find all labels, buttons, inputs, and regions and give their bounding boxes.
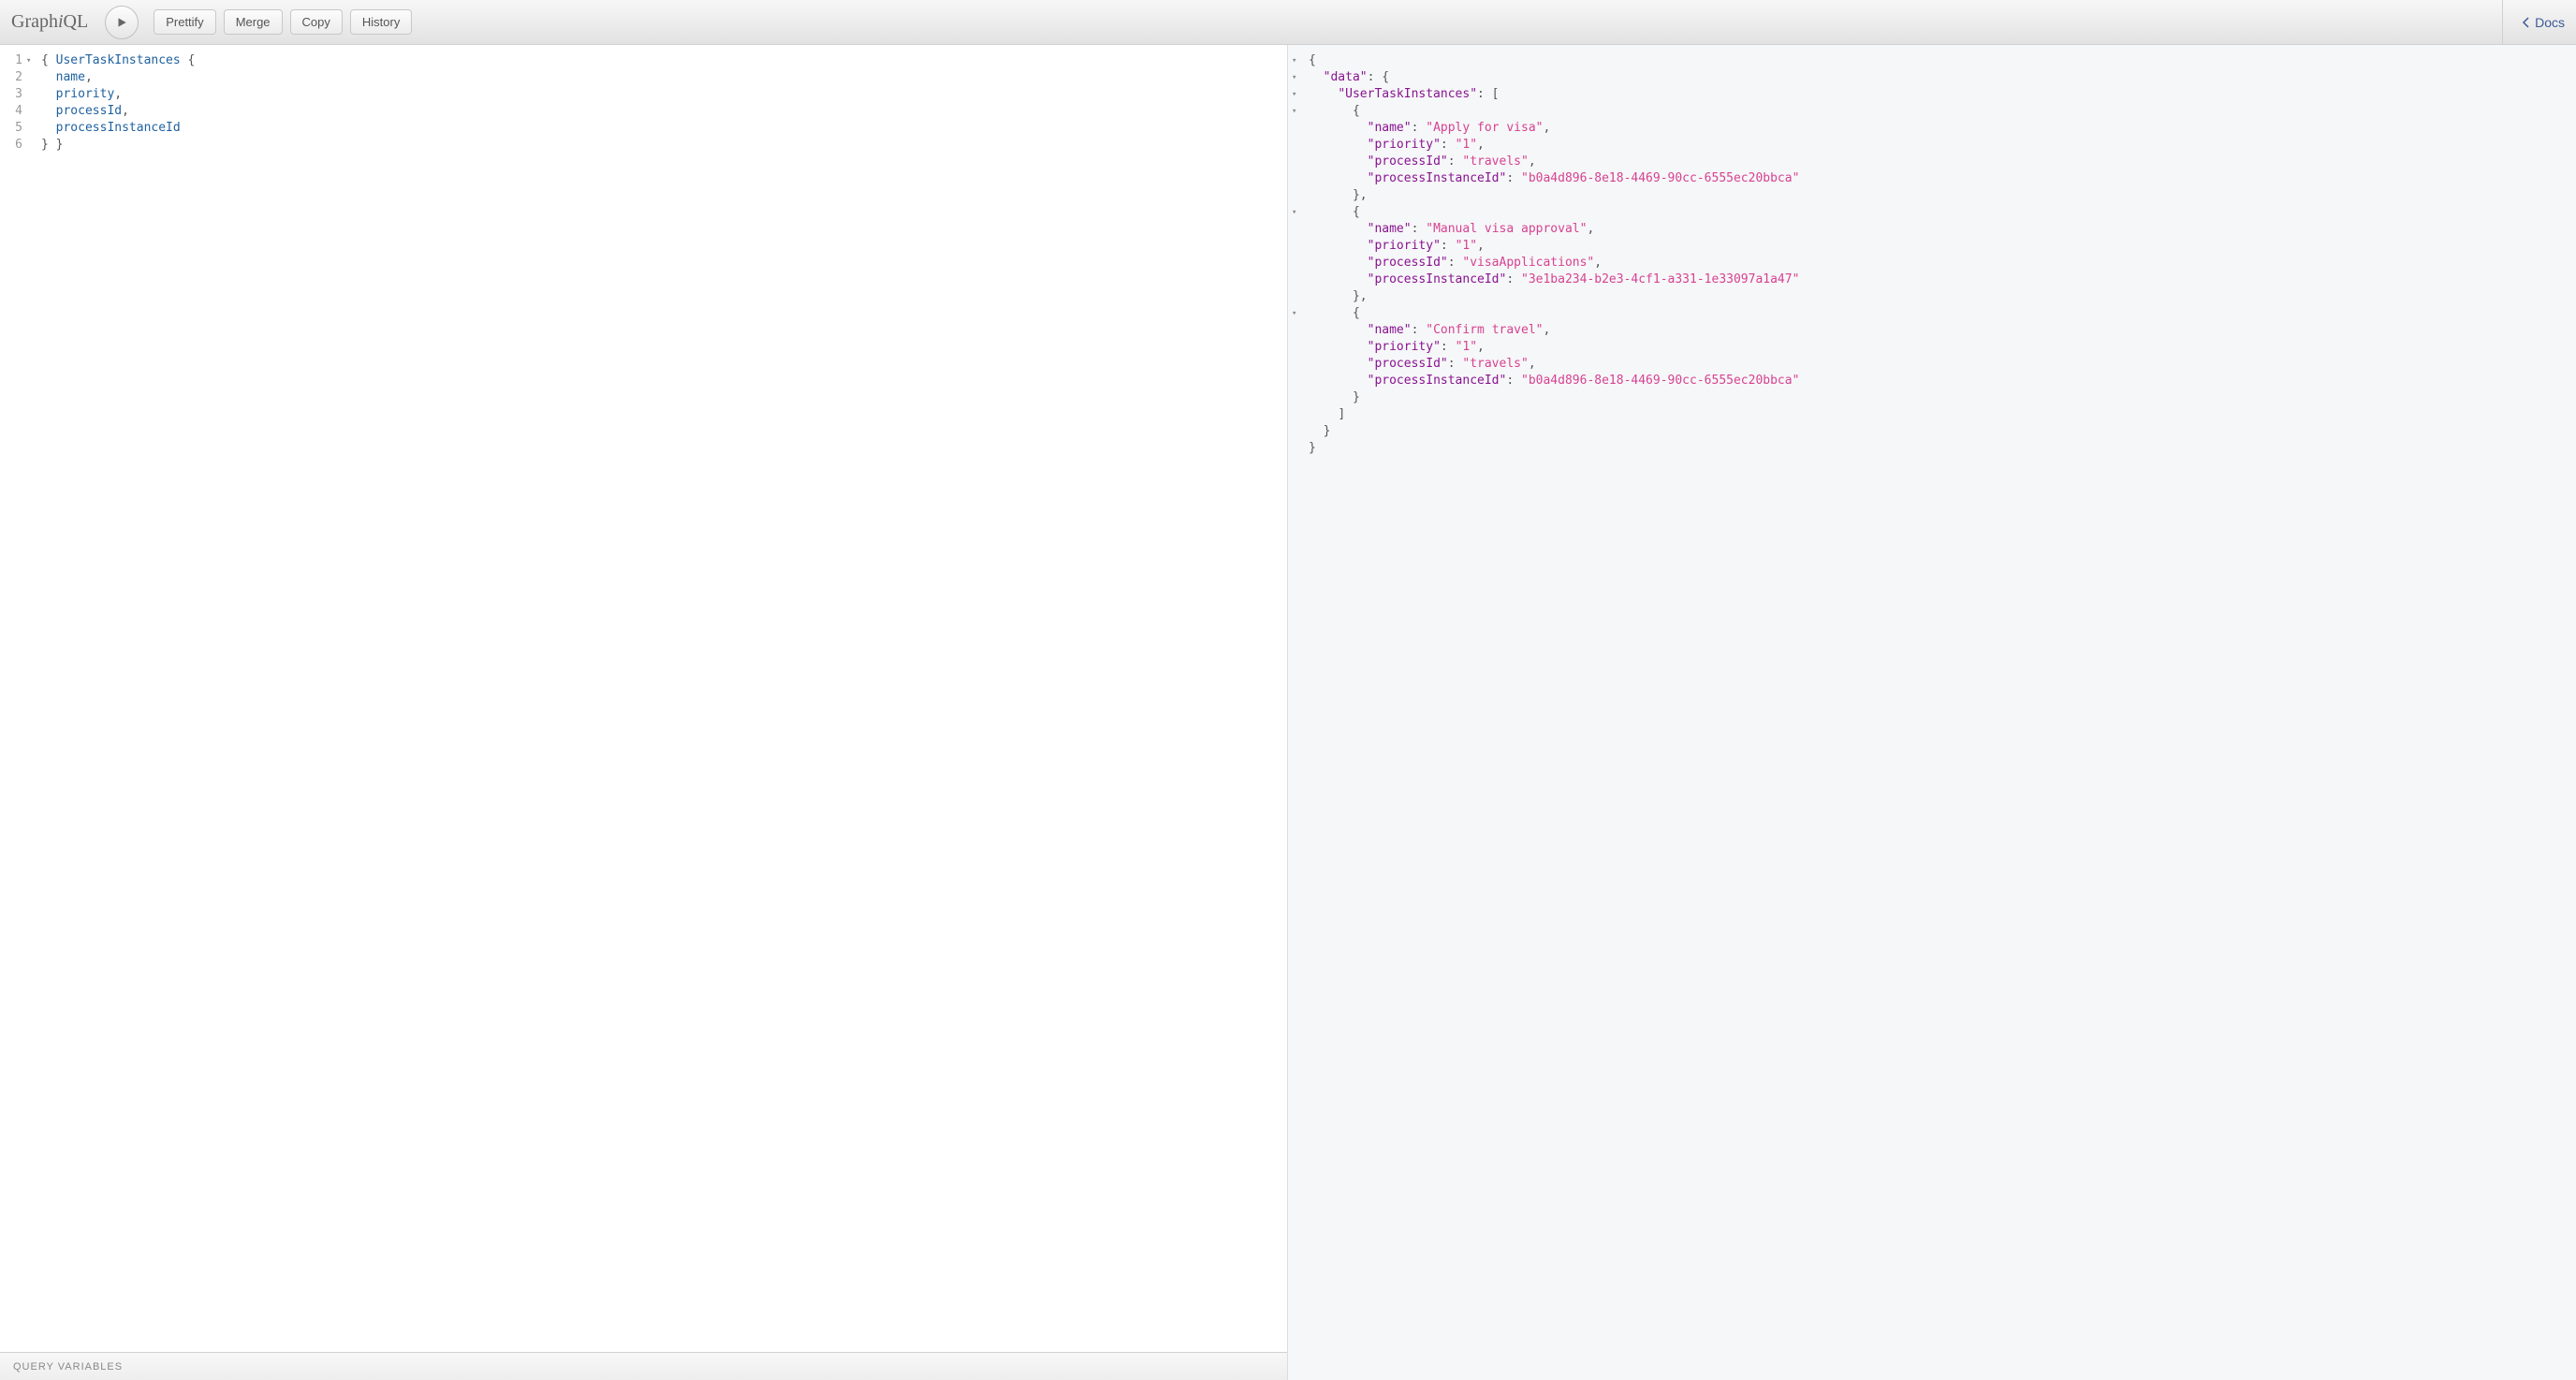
graphiql-logo: GraphiQL bbox=[11, 11, 88, 33]
variables-label: Query Variables bbox=[13, 1361, 123, 1373]
fold-toggle[interactable]: ▾ bbox=[1292, 86, 1299, 103]
fold-gutter: ▾ bbox=[26, 45, 37, 1352]
history-button[interactable]: History bbox=[350, 9, 412, 35]
fold-toggle[interactable]: ▾ bbox=[1292, 103, 1299, 120]
execute-button[interactable] bbox=[105, 6, 139, 39]
fold-toggle[interactable]: ▾ bbox=[1292, 52, 1299, 69]
fold-toggle[interactable]: ▾ bbox=[1292, 305, 1299, 322]
play-icon bbox=[115, 16, 128, 29]
fold-toggle[interactable]: ▾ bbox=[1292, 204, 1299, 221]
fold-toggle[interactable]: ▾ bbox=[1292, 69, 1299, 86]
merge-button[interactable]: Merge bbox=[224, 9, 283, 35]
query-editor[interactable]: 1 2 3 4 5 6 ▾ { UserTaskInstances { name… bbox=[0, 45, 1287, 1352]
editor-pane: 1 2 3 4 5 6 ▾ { UserTaskInstances { name… bbox=[0, 45, 1288, 1380]
result-fold-gutter: ▾ ▾ ▾ ▾ ▾ ▾ bbox=[1288, 45, 1301, 1380]
chevron-left-icon bbox=[2522, 17, 2531, 28]
result-json[interactable]: { "data": { "UserTaskInstances": [ { "na… bbox=[1301, 45, 2576, 1380]
copy-button[interactable]: Copy bbox=[290, 9, 343, 35]
line-gutter: 1 2 3 4 5 6 bbox=[0, 45, 26, 1352]
query-code[interactable]: { UserTaskInstances { name, priority, pr… bbox=[37, 45, 1287, 1352]
docs-label: Docs bbox=[2535, 15, 2565, 30]
main-area: 1 2 3 4 5 6 ▾ { UserTaskInstances { name… bbox=[0, 45, 2576, 1380]
divider bbox=[2502, 0, 2503, 44]
toolbar: GraphiQL Prettify Merge Copy History Doc… bbox=[0, 0, 2576, 45]
prettify-button[interactable]: Prettify bbox=[154, 9, 215, 35]
docs-button[interactable]: Docs bbox=[2522, 15, 2565, 30]
fold-toggle[interactable]: ▾ bbox=[26, 52, 34, 69]
result-pane: ▾ ▾ ▾ ▾ ▾ ▾ { "data": { "UserTaskInstanc… bbox=[1288, 45, 2576, 1380]
query-variables-bar[interactable]: Query Variables bbox=[0, 1352, 1287, 1380]
